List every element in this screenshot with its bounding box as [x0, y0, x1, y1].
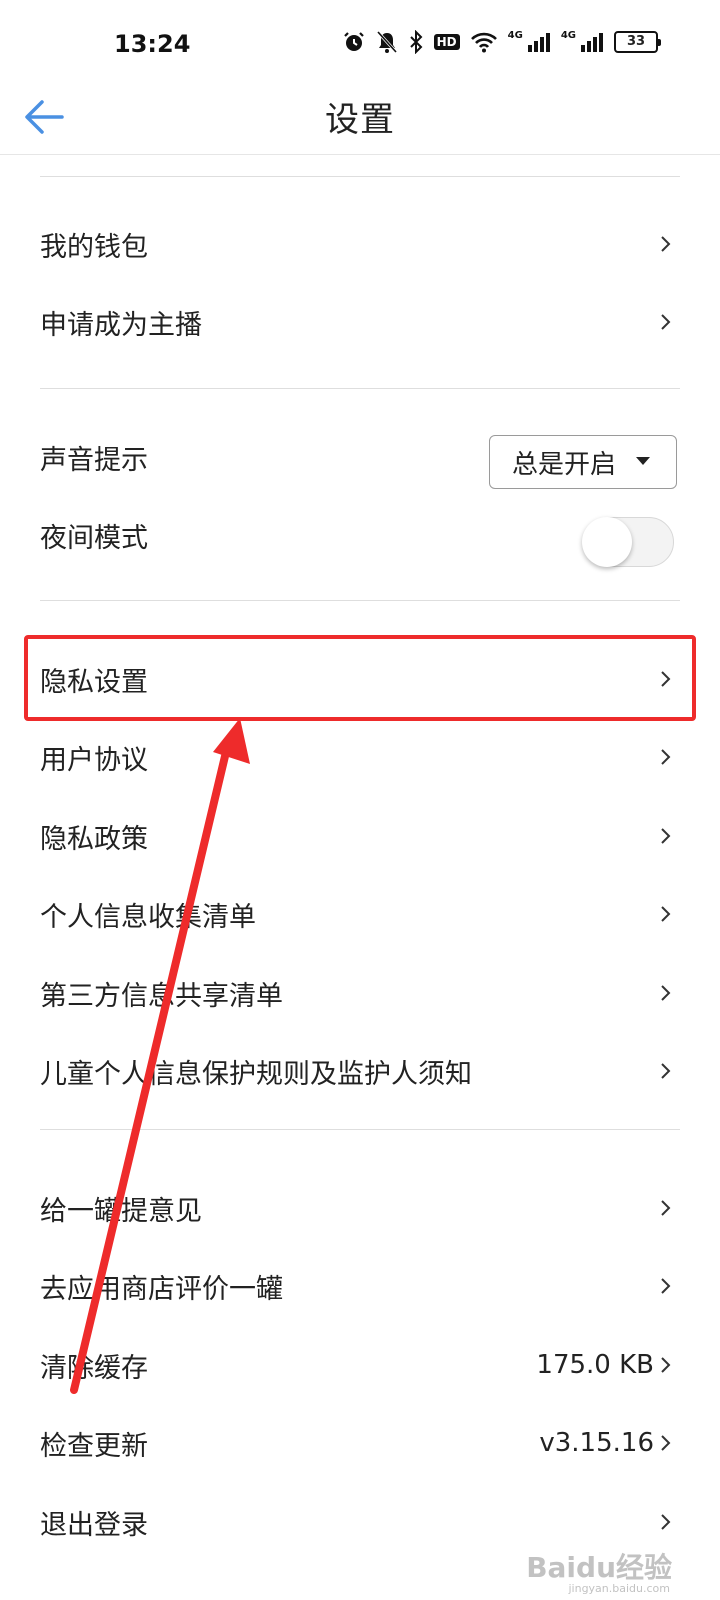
chevron-right-icon — [661, 749, 671, 765]
section-divider — [40, 176, 680, 177]
page-title: 设置 — [325, 100, 395, 140]
chevron-right-icon — [661, 1200, 671, 1216]
menu-item-rate-app[interactable]: 去应用商店评价一罐 — [40, 1247, 680, 1325]
section-divider — [40, 600, 680, 601]
menu-item-wallet[interactable]: 我的钱包 — [40, 205, 680, 283]
section-divider — [40, 1129, 680, 1130]
menu-item-clear-cache[interactable]: 清除缓存 175.0 KB — [40, 1326, 680, 1404]
menu-item-privacy-policy[interactable]: 隐私政策 — [40, 797, 680, 875]
sound-alert-select-value: 总是开启 — [512, 449, 617, 480]
signal-label-2: 4G — [560, 30, 576, 41]
menu-item-label: 去应用商店评价一罐 — [40, 1273, 283, 1305]
section-divider — [40, 388, 680, 389]
menu-item-label: 个人信息收集清单 — [40, 901, 256, 933]
caret-down-icon — [636, 457, 650, 465]
chevron-right-icon — [661, 314, 671, 330]
menu-item-child-privacy[interactable]: 儿童个人信息保护规则及监护人须知 — [40, 1032, 680, 1110]
menu-item-label: 清除缓存 — [40, 1352, 148, 1384]
wifi-icon — [470, 32, 497, 53]
toggle-knob — [582, 517, 632, 567]
watermark-url: jingyan.baidu.com — [568, 1582, 670, 1595]
menu-item-apply-anchor[interactable]: 申请成为主播 — [40, 283, 680, 361]
menu-item-user-agreement[interactable]: 用户协议 — [40, 718, 680, 796]
menu-item-feedback[interactable]: 给一罐提意见 — [40, 1169, 680, 1247]
menu-item-label: 第三方信息共享清单 — [40, 980, 283, 1012]
chevron-right-icon — [661, 1278, 671, 1294]
app-header: 设置 — [0, 80, 720, 155]
menu-item-label: 我的钱包 — [40, 231, 148, 263]
status-bar: 13:24 HD 4G 4G 33 — [0, 0, 720, 90]
chevron-right-icon — [661, 1063, 671, 1079]
menu-item-label: 隐私设置 — [40, 666, 148, 698]
alarm-icon — [343, 32, 364, 51]
menu-item-label: 给一罐提意见 — [40, 1195, 202, 1227]
cache-size-value: 175.0 KB — [536, 1350, 654, 1380]
chevron-right-icon — [661, 236, 671, 252]
signal-icon — [527, 33, 550, 52]
signal-label-1: 4G — [507, 30, 523, 41]
menu-item-label: 用户协议 — [40, 744, 148, 776]
menu-item-personal-info-list[interactable]: 个人信息收集清单 — [40, 875, 680, 953]
version-value: v3.15.16 — [539, 1428, 654, 1458]
chevron-right-icon — [661, 1514, 671, 1530]
status-time: 13:24 — [114, 30, 191, 58]
menu-item-third-party-list[interactable]: 第三方信息共享清单 — [40, 954, 680, 1032]
menu-item-check-update[interactable]: 检查更新 v3.15.16 — [40, 1404, 680, 1482]
sound-alert-select[interactable]: 总是开启 — [489, 435, 677, 489]
watermark-logo: Baidu经验 — [526, 1551, 672, 1584]
signal-icon-2 — [581, 33, 603, 52]
menu-item-label: 检查更新 — [40, 1430, 148, 1462]
chevron-right-icon — [661, 828, 671, 844]
status-icons: HD 4G 4G 33 — [342, 30, 661, 54]
night-mode-toggle[interactable] — [580, 513, 678, 571]
bluetooth-icon — [409, 30, 423, 54]
menu-item-label: 退出登录 — [40, 1509, 148, 1541]
chevron-right-icon — [661, 985, 671, 1001]
menu-item-label: 儿童个人信息保护规则及监护人须知 — [40, 1058, 472, 1090]
hd-badge: HD — [433, 34, 460, 50]
menu-item-privacy-settings[interactable]: 隐私设置 — [40, 640, 680, 718]
menu-item-label: 隐私政策 — [40, 823, 148, 855]
chevron-right-icon — [661, 906, 671, 922]
menu-item-label: 申请成为主播 — [40, 309, 202, 341]
mute-bell-icon — [376, 30, 397, 54]
chevron-right-icon — [661, 671, 671, 687]
chevron-right-icon — [661, 1435, 671, 1451]
chevron-right-icon — [661, 1357, 671, 1373]
battery-icon: 33 — [614, 31, 661, 53]
